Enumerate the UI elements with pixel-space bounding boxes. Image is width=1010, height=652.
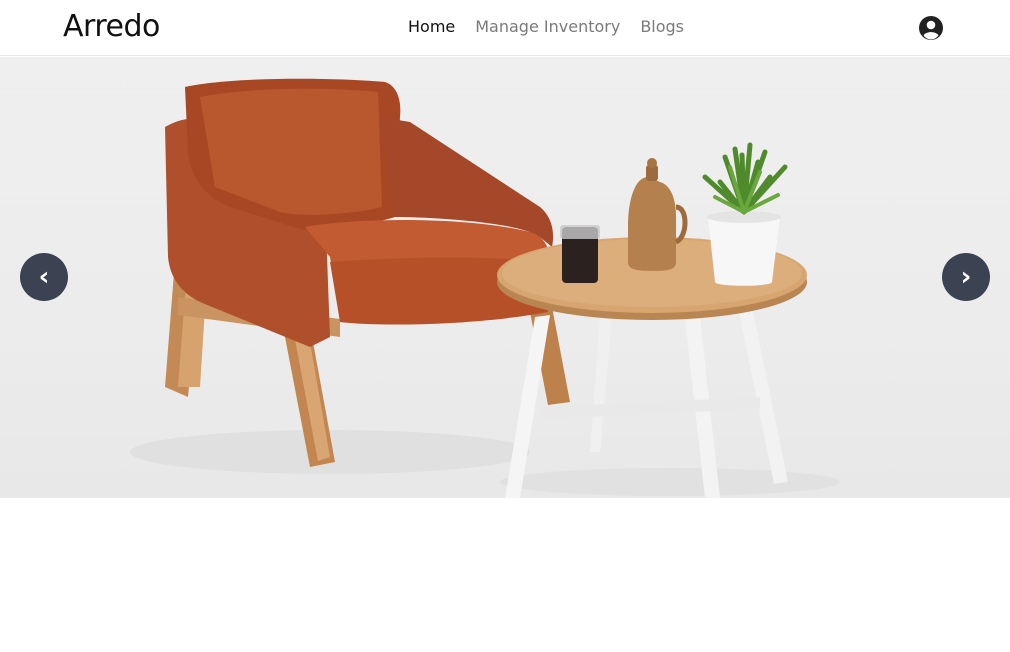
top-navbar: Arredo Home Manage Inventory Blogs bbox=[0, 0, 1010, 56]
account-button[interactable] bbox=[918, 15, 944, 41]
nav-link-manage-inventory[interactable]: Manage Inventory bbox=[475, 17, 620, 37]
carousel-next-button[interactable]: › bbox=[942, 253, 990, 301]
main-nav: Home Manage Inventory Blogs bbox=[408, 17, 684, 37]
nav-link-blogs[interactable]: Blogs bbox=[640, 17, 684, 37]
chevron-left-icon: ‹ bbox=[38, 262, 50, 292]
table-decor-graphic bbox=[560, 142, 788, 286]
hero-product-image bbox=[130, 78, 840, 498]
hero-carousel: ‹ › bbox=[0, 57, 1010, 498]
chevron-right-icon: › bbox=[960, 262, 972, 292]
user-circle-icon bbox=[919, 16, 943, 40]
brand-logo[interactable]: Arredo bbox=[63, 9, 160, 44]
nav-link-home[interactable]: Home bbox=[408, 17, 455, 37]
carousel-prev-button[interactable]: ‹ bbox=[20, 253, 68, 301]
